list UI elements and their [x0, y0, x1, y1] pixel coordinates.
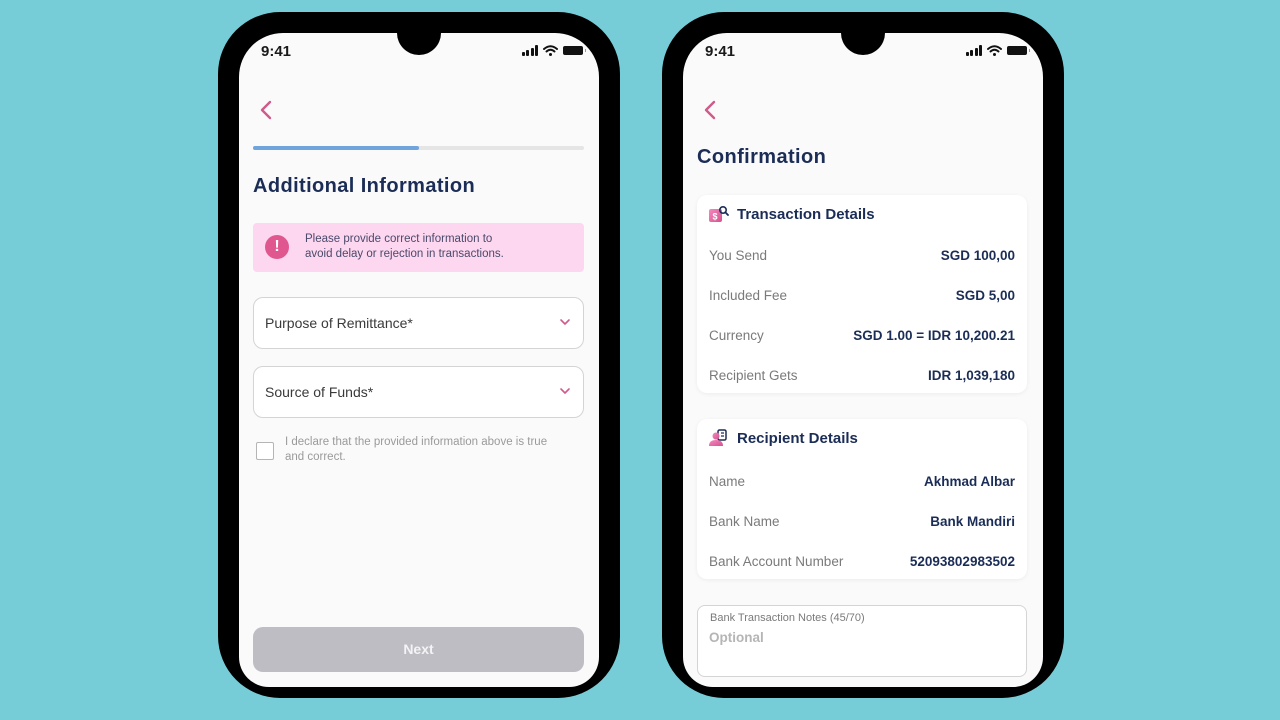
detail-row: Included Fee SGD 5,00: [709, 285, 1015, 305]
status-icons: [521, 45, 586, 56]
row-value: SGD 100,00: [940, 247, 1015, 263]
screen-additional-info: 9:41 Additional Information ! Please pro…: [239, 33, 599, 687]
battery-icon: [1007, 46, 1030, 55]
money-search-icon: $: [709, 205, 729, 222]
status-time: 9:41: [261, 43, 292, 60]
detail-row: Bank Account Number 52093802983502: [709, 551, 1015, 571]
row-value: 52093802983502: [909, 553, 1015, 569]
detail-row: Recipient Gets IDR 1,039,180: [709, 365, 1015, 385]
svg-text:$: $: [713, 212, 718, 222]
exclamation-icon: !: [265, 235, 289, 259]
row-label: Currency: [709, 327, 764, 343]
declaration-line-1: I declare that the provided information …: [285, 436, 548, 448]
card-title: Recipient Details: [737, 429, 858, 447]
row-label: Included Fee: [709, 287, 788, 303]
row-label: Bank Name: [709, 513, 780, 529]
declaration-label[interactable]: I declare that the provided information …: [285, 435, 585, 465]
wifi-icon: [543, 45, 558, 56]
user-card-icon: [709, 429, 727, 446]
declaration-checkbox[interactable]: [256, 442, 274, 460]
card-title: Transaction Details: [737, 205, 875, 223]
row-value: Akhmad Albar: [923, 473, 1015, 489]
signal-icon: [521, 45, 538, 56]
row-label: Name: [709, 473, 746, 489]
detail-row: Currency SGD 1.00 = IDR 10,200.21: [709, 325, 1015, 345]
row-value: SGD 5,00: [955, 287, 1015, 303]
select-label: Purpose of Remittance*: [265, 315, 413, 331]
battery-icon: [563, 46, 586, 55]
status-icons: [965, 45, 1030, 56]
status-time: 9:41: [705, 43, 736, 60]
card-header: Recipient Details: [709, 429, 858, 447]
step-progress-fill: [253, 146, 419, 150]
select-label: Source of Funds*: [265, 384, 374, 400]
step-progress-bar: [253, 146, 584, 150]
detail-row: Name Akhmad Albar: [709, 471, 1015, 491]
source-of-funds-select[interactable]: Source of Funds*: [253, 366, 584, 418]
page-title: Additional Information: [253, 175, 476, 197]
row-value: IDR 1,039,180: [927, 367, 1015, 383]
bank-notes-input[interactable]: [709, 630, 1009, 645]
page-title: Confirmation: [697, 146, 827, 168]
notes-label: Bank Transaction Notes (45/70): [710, 612, 865, 624]
row-value: SGD 1.00 = IDR 10,200.21: [853, 327, 1015, 343]
alert-line-2: avoid delay or rejection in transactions…: [305, 248, 504, 260]
back-chevron-icon[interactable]: [257, 99, 277, 121]
signal-icon: [965, 45, 982, 56]
card-header: $ Transaction Details: [709, 205, 875, 223]
alert-line-1: Please provide correct information to: [305, 233, 493, 245]
chevron-down-icon: [560, 388, 570, 394]
phone-frame-confirmation: 9:41 Confirmation $ Transaction Details …: [662, 12, 1064, 698]
detail-row: Bank Name Bank Mandiri: [709, 511, 1015, 531]
row-label: You Send: [709, 247, 768, 263]
phone-frame-additional-info: 9:41 Additional Information ! Please pro…: [218, 12, 620, 698]
declaration-line-2: and correct.: [285, 451, 346, 463]
wifi-icon: [987, 45, 1002, 56]
chevron-down-icon: [560, 319, 570, 325]
purpose-of-remittance-select[interactable]: Purpose of Remittance*: [253, 297, 584, 349]
back-chevron-icon[interactable]: [701, 99, 721, 121]
row-label: Recipient Gets: [709, 367, 798, 383]
screen-confirmation: 9:41 Confirmation $ Transaction Details …: [683, 33, 1043, 687]
row-value: Bank Mandiri: [930, 513, 1015, 529]
recipient-details-card: Recipient Details Name Akhmad Albar Bank…: [697, 419, 1027, 579]
next-button[interactable]: Next: [253, 627, 584, 672]
info-alert-banner: ! Please provide correct information to …: [253, 223, 584, 272]
row-label: Bank Account Number: [709, 553, 844, 569]
alert-message: Please provide correct information to av…: [305, 232, 504, 262]
detail-row: You Send SGD 100,00: [709, 245, 1015, 265]
transaction-details-card: $ Transaction Details You Send SGD 100,0…: [697, 195, 1027, 393]
bank-notes-field[interactable]: Bank Transaction Notes (45/70): [697, 605, 1027, 677]
